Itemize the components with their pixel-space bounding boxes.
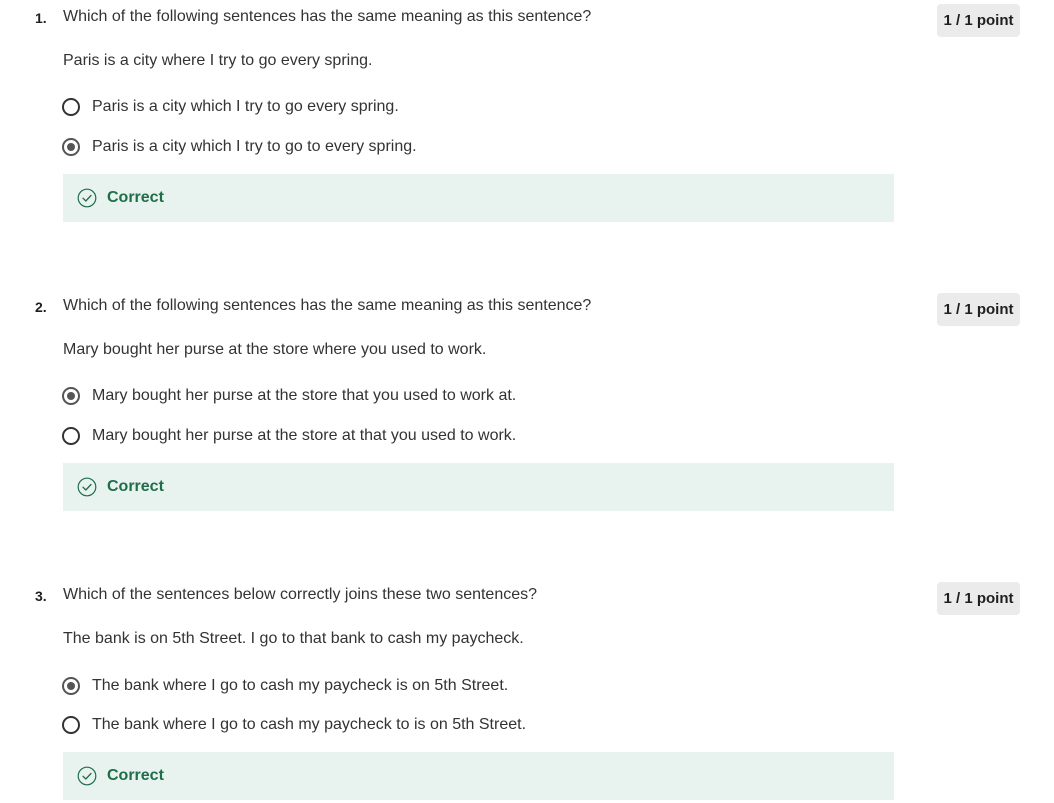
answer-option-label: Paris is a city which I try to go to eve…	[92, 138, 417, 155]
feedback-box: Correct	[63, 174, 894, 222]
score-badge: 1 / 1 point	[937, 4, 1020, 37]
question-sentence: Paris is a city where I try to go every …	[63, 52, 373, 69]
answer-option[interactable]: Paris is a city which I try to go every …	[62, 95, 399, 119]
check-circle-icon	[77, 477, 97, 497]
answer-option-label: Mary bought her purse at the store that …	[92, 387, 517, 404]
question-prompt: Which of the following sentences has the…	[63, 297, 592, 314]
question-number: 1.	[35, 10, 47, 26]
answer-option-label: The bank where I go to cash my paycheck …	[92, 677, 509, 694]
score-badge: 1 / 1 point	[937, 582, 1020, 615]
answer-option-label: Mary bought her purse at the store at th…	[92, 427, 517, 444]
radio-unselected-icon[interactable]	[62, 716, 80, 734]
answer-option[interactable]: Mary bought her purse at the store that …	[62, 384, 516, 408]
radio-selected-icon[interactable]	[62, 677, 80, 695]
radio-selected-icon[interactable]	[62, 138, 80, 156]
feedback-box: Correct	[63, 752, 894, 800]
check-circle-icon	[77, 766, 97, 786]
answer-option[interactable]: Paris is a city which I try to go to eve…	[62, 135, 417, 159]
question-prompt: Which of the following sentences has the…	[63, 8, 592, 25]
question-number: 2.	[35, 299, 47, 315]
score-badge: 1 / 1 point	[937, 293, 1020, 326]
feedback-label: Correct	[107, 478, 164, 495]
question-sentence: Mary bought her purse at the store where…	[63, 341, 487, 358]
question-number: 3.	[35, 588, 47, 604]
check-circle-icon	[77, 188, 97, 208]
feedback-box: Correct	[63, 463, 894, 511]
answer-option[interactable]: The bank where I go to cash my paycheck …	[62, 674, 508, 698]
feedback-label: Correct	[107, 189, 164, 206]
answer-option[interactable]: Mary bought her purse at the store at th…	[62, 424, 516, 448]
radio-unselected-icon[interactable]	[62, 98, 80, 116]
answer-option-label: Paris is a city which I try to go every …	[92, 98, 399, 115]
feedback-label: Correct	[107, 767, 164, 784]
question-sentence: The bank is on 5th Street. I go to that …	[63, 630, 524, 647]
answer-option-label: The bank where I go to cash my paycheck …	[92, 716, 527, 733]
radio-selected-icon[interactable]	[62, 387, 80, 405]
radio-unselected-icon[interactable]	[62, 427, 80, 445]
answer-option[interactable]: The bank where I go to cash my paycheck …	[62, 713, 526, 737]
question-prompt: Which of the sentences below correctly j…	[63, 586, 538, 603]
